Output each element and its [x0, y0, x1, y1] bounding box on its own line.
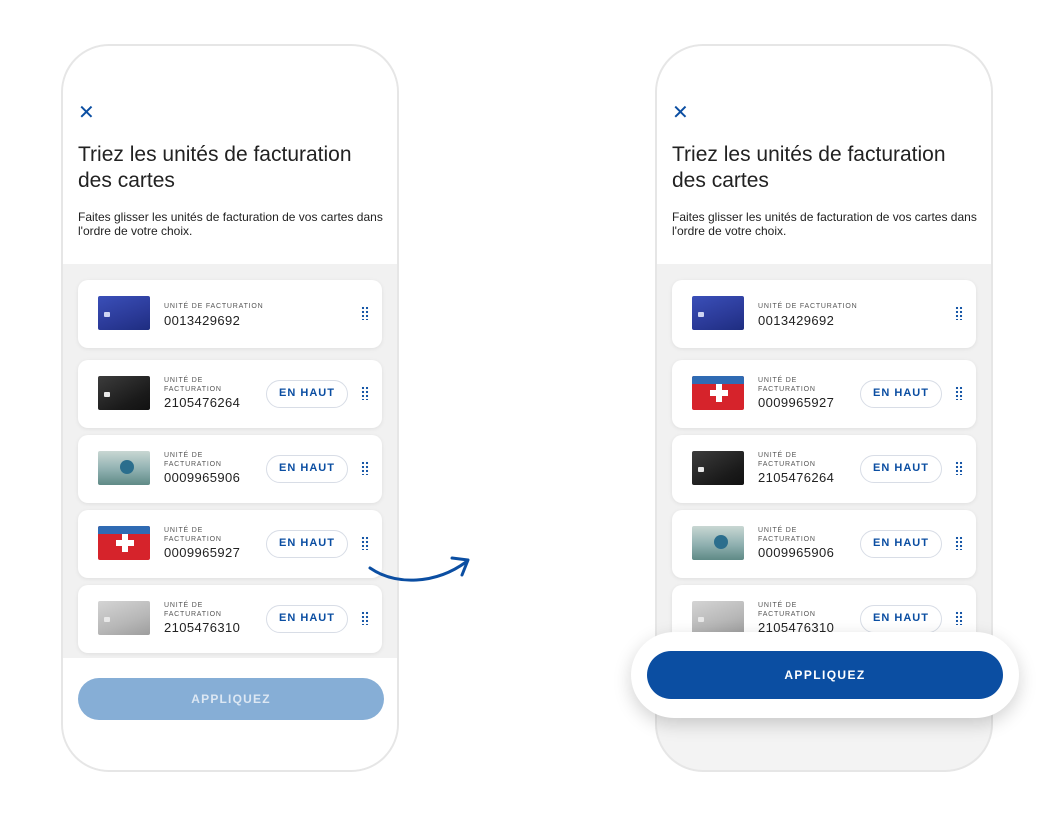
- black-card-icon: [98, 376, 150, 410]
- billing-unit-list: UNITÉ DE FACTURATION 0013429692 UNITÉ DE…: [657, 264, 991, 664]
- billing-unit-card[interactable]: UNITÉ DE FACTURATION 0013429692: [78, 280, 382, 348]
- billing-unit-label-line2: FACTURATION: [758, 461, 816, 468]
- billing-unit-number: 0009965927: [758, 395, 835, 410]
- billing-unit-list: UNITÉ DE FACTURATION 0013429692 UNITÉ DE…: [63, 264, 397, 664]
- billing-unit-label-line2: FACTURATION: [164, 461, 222, 468]
- move-to-top-button[interactable]: EN HAUT: [860, 530, 942, 558]
- billing-unit-number: 0013429692: [758, 313, 835, 328]
- billing-unit-card[interactable]: UNITÉ DE FACTURATION 0009965927 EN HAUT: [78, 510, 382, 578]
- billing-unit-label-line2: FACTURATION: [758, 536, 816, 543]
- blue-card-icon: [98, 296, 150, 330]
- page-title: Triez les unités de facturation des cart…: [672, 143, 946, 192]
- billing-unit-card[interactable]: UNITÉ DE FACTURATION 2105476264 EN HAUT: [78, 360, 382, 428]
- bottom-bar: APPLIQUEZ: [63, 658, 397, 770]
- move-to-top-button[interactable]: EN HAUT: [860, 455, 942, 483]
- billing-unit-label-line2: FACTURATION: [758, 611, 816, 618]
- silver-card-icon: [692, 601, 744, 635]
- billing-unit-label: UNITÉ DE FACTURATION: [164, 303, 264, 310]
- drag-handle-icon[interactable]: [361, 461, 369, 475]
- apply-button[interactable]: APPLIQUEZ: [647, 651, 1003, 699]
- billing-unit-label-line1: UNITÉ DE: [758, 602, 798, 609]
- apply-button-disabled: APPLIQUEZ: [78, 678, 384, 720]
- billing-unit-card[interactable]: UNITÉ DE FACTURATION 2105476264 EN HAUT: [672, 435, 976, 503]
- move-to-top-button[interactable]: EN HAUT: [266, 380, 348, 408]
- billing-unit-label-line2: FACTURATION: [164, 611, 222, 618]
- billing-unit-number: 0009965927: [164, 545, 241, 560]
- billing-unit-number: 0013429692: [164, 313, 241, 328]
- page-subtitle: Faites glisser les unités de facturation…: [78, 210, 383, 238]
- move-to-top-button[interactable]: EN HAUT: [266, 455, 348, 483]
- move-to-top-button[interactable]: EN HAUT: [266, 605, 348, 633]
- drag-handle-icon[interactable]: [361, 386, 369, 400]
- billing-unit-card[interactable]: UNITÉ DE FACTURATION 2105476310 EN HAUT: [78, 585, 382, 653]
- drag-handle-icon[interactable]: [955, 386, 963, 400]
- drag-handle-icon[interactable]: [955, 306, 963, 320]
- billing-unit-number: 2105476264: [164, 395, 241, 410]
- bird-card-icon: [692, 526, 744, 560]
- close-icon[interactable]: ✕: [78, 102, 98, 122]
- move-to-top-button[interactable]: EN HAUT: [860, 380, 942, 408]
- drag-handle-icon[interactable]: [361, 306, 369, 320]
- phone-before: ✕ Triez les unités de facturation des ca…: [61, 44, 399, 772]
- billing-unit-card[interactable]: UNITÉ DE FACTURATION 0013429692: [672, 280, 976, 348]
- billing-unit-label: UNITÉ DE FACTURATION: [758, 303, 858, 310]
- swiss-flag-card-icon: [98, 526, 150, 560]
- billing-unit-card[interactable]: UNITÉ DE FACTURATION 0009965927 EN HAUT: [672, 360, 976, 428]
- billing-unit-label-line2: FACTURATION: [758, 386, 816, 393]
- billing-unit-card[interactable]: UNITÉ DE FACTURATION 0009965906 EN HAUT: [78, 435, 382, 503]
- apply-panel: APPLIQUEZ: [631, 632, 1019, 718]
- billing-unit-number: 2105476310: [164, 620, 241, 635]
- billing-unit-label-line2: FACTURATION: [164, 386, 222, 393]
- drag-handle-icon[interactable]: [955, 461, 963, 475]
- move-to-top-button[interactable]: EN HAUT: [860, 605, 942, 633]
- billing-unit-label-line2: FACTURATION: [164, 536, 222, 543]
- curved-arrow-icon: [368, 556, 470, 582]
- billing-unit-card[interactable]: UNITÉ DE FACTURATION 0009965906 EN HAUT: [672, 510, 976, 578]
- billing-unit-label-line1: UNITÉ DE: [758, 452, 798, 459]
- black-card-icon: [692, 451, 744, 485]
- billing-unit-label-line1: UNITÉ DE: [164, 527, 204, 534]
- billing-unit-label-line1: UNITÉ DE: [164, 377, 204, 384]
- billing-unit-label-line1: UNITÉ DE: [758, 527, 798, 534]
- billing-unit-number: 0009965906: [758, 545, 835, 560]
- blue-card-icon: [692, 296, 744, 330]
- header: ✕ Triez les unités de facturation des ca…: [657, 46, 991, 264]
- drag-handle-icon[interactable]: [955, 611, 963, 625]
- billing-unit-label-line1: UNITÉ DE: [164, 452, 204, 459]
- drag-handle-icon[interactable]: [955, 536, 963, 550]
- page-subtitle: Faites glisser les unités de facturation…: [672, 210, 977, 238]
- swiss-flag-card-icon: [692, 376, 744, 410]
- page-title: Triez les unités de facturation des cart…: [78, 143, 352, 192]
- silver-card-icon: [98, 601, 150, 635]
- billing-unit-number: 0009965906: [164, 470, 241, 485]
- drag-handle-icon[interactable]: [361, 611, 369, 625]
- bird-card-icon: [98, 451, 150, 485]
- billing-unit-label-line1: UNITÉ DE: [758, 377, 798, 384]
- close-icon[interactable]: ✕: [672, 102, 692, 122]
- billing-unit-label-line1: UNITÉ DE: [164, 602, 204, 609]
- header: ✕ Triez les unités de facturation des ca…: [63, 46, 397, 264]
- billing-unit-number: 2105476264: [758, 470, 835, 485]
- move-to-top-button[interactable]: EN HAUT: [266, 530, 348, 558]
